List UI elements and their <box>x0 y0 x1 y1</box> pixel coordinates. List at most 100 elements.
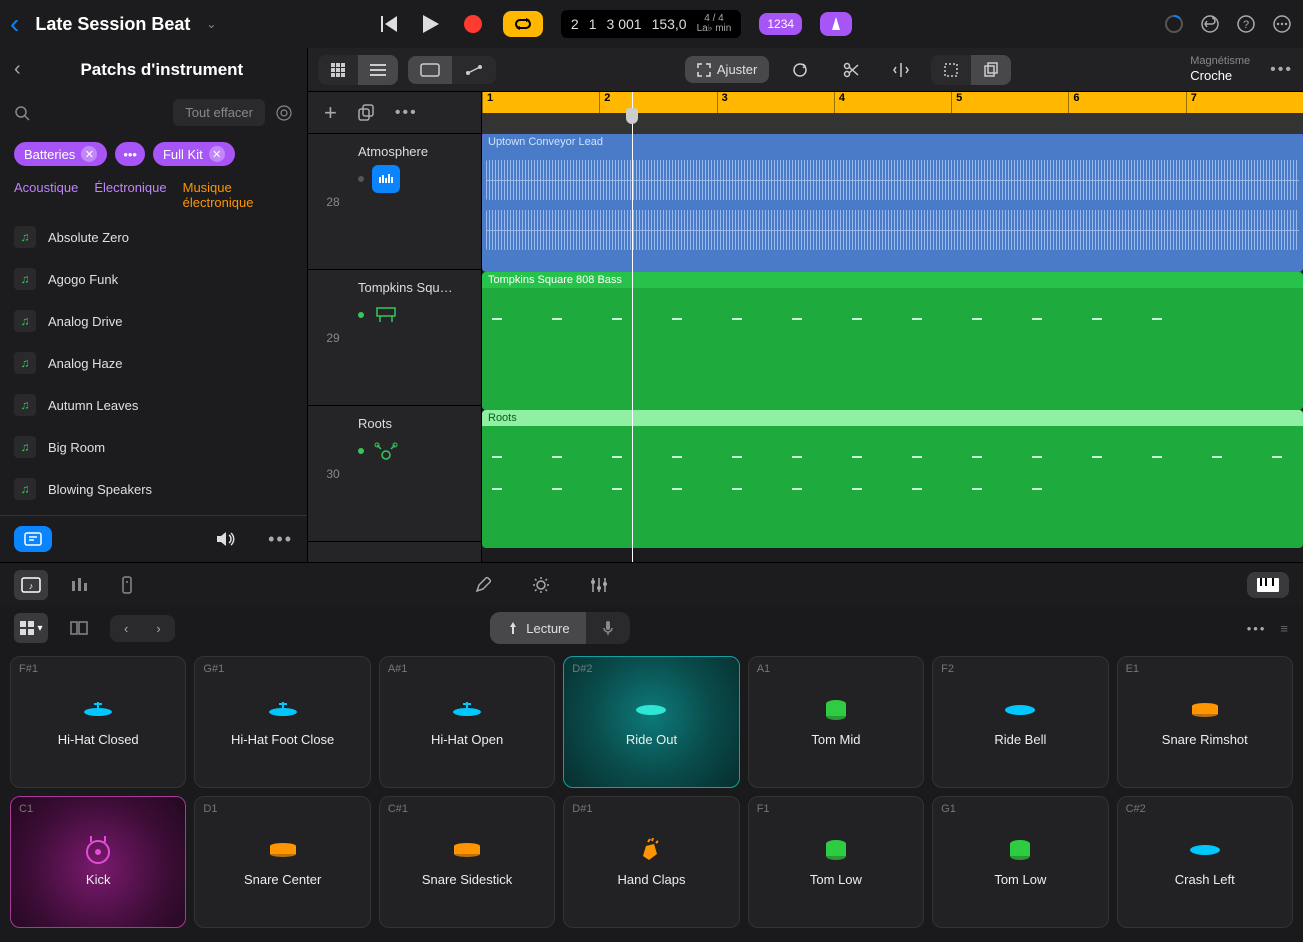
volume-icon[interactable] <box>216 531 236 547</box>
drum-pad[interactable]: F#1Hi-Hat Closed <box>10 656 186 788</box>
patch-list[interactable]: ♫Absolute Zero♫Agogo Funk♫Analog Drive♫A… <box>0 216 307 515</box>
track-header[interactable]: 28Atmosphere <box>308 134 481 270</box>
track-instrument-icon[interactable] <box>372 437 400 465</box>
region-midi-bass[interactable]: Tompkins Square 808 Bass <box>482 272 1303 410</box>
view-list-icon[interactable] <box>358 55 398 85</box>
pad-drag-handle-icon[interactable]: ≡ <box>1280 621 1289 636</box>
patch-item[interactable]: ♫Autumn Leaves <box>0 384 307 426</box>
pencil-icon[interactable] <box>466 570 500 600</box>
drum-pad[interactable]: D#2Ride Out <box>563 656 739 788</box>
toolbar-more-icon[interactable]: ••• <box>1270 61 1293 79</box>
brightness-icon[interactable] <box>524 570 558 600</box>
drum-pad[interactable]: C#1Snare Sidestick <box>379 796 555 928</box>
drum-pad[interactable]: F1Tom Low <box>748 796 924 928</box>
pad-next-button[interactable]: › <box>142 615 174 642</box>
split-icon[interactable] <box>881 55 921 85</box>
track-instrument-icon[interactable] <box>372 165 400 193</box>
pad-mode-toggle[interactable]: Lecture <box>490 612 629 644</box>
patch-item[interactable]: ♫Analog Haze <box>0 342 307 384</box>
metronome-chip[interactable] <box>820 12 852 36</box>
play-button[interactable] <box>419 12 443 36</box>
title-chevron-icon[interactable]: ⌄ <box>206 17 216 31</box>
snap-setting[interactable]: Magnétisme Croche <box>1190 55 1250 84</box>
drum-pad[interactable]: C#2Crash Left <box>1117 796 1293 928</box>
remove-filter-icon[interactable]: ✕ <box>209 146 225 162</box>
pad-more-icon[interactable]: ••• <box>1247 621 1267 636</box>
drum-pad[interactable]: D1Snare Center <box>194 796 370 928</box>
count-in-chip[interactable]: 1234 <box>759 13 802 35</box>
sliders-icon[interactable] <box>582 570 616 600</box>
beat-ruler[interactable] <box>482 113 1303 134</box>
progress-icon[interactable] <box>1163 13 1185 35</box>
drum-pad[interactable]: F2Ride Bell <box>932 656 1108 788</box>
back-button[interactable]: ‹ <box>10 8 19 40</box>
pad-view-split[interactable] <box>62 613 96 643</box>
patch-item[interactable]: ♫Agogo Funk <box>0 258 307 300</box>
editor-tab-mixer[interactable] <box>62 570 96 600</box>
undo-icon[interactable] <box>1199 13 1221 35</box>
filter-more-button[interactable]: ••• <box>115 142 145 166</box>
region-audio[interactable]: Uptown Conveyor Lead <box>482 134 1303 272</box>
scissors-icon[interactable] <box>831 55 871 85</box>
bar-number: 2 <box>599 92 716 113</box>
playhead[interactable] <box>632 92 633 562</box>
mode-record[interactable] <box>586 612 630 644</box>
track-header[interactable]: 30Roots <box>308 406 481 542</box>
sidebar-back-button[interactable]: ‹ <box>14 58 21 81</box>
copy-icon[interactable] <box>971 55 1011 85</box>
filter-tag[interactable]: Musique électronique <box>183 180 293 210</box>
add-track-button[interactable]: + <box>324 100 337 126</box>
keyboard-toggle[interactable] <box>1247 572 1289 598</box>
fit-label: Ajuster <box>717 62 757 77</box>
clear-filters-button[interactable]: Tout effacer <box>173 99 265 126</box>
editor-tab-instrument[interactable]: ♪ <box>14 570 48 600</box>
pad-label: Tom Mid <box>811 732 860 747</box>
library-settings-icon[interactable] <box>275 104 293 122</box>
marquee-icon[interactable] <box>931 55 971 85</box>
search-icon[interactable] <box>14 105 30 121</box>
more-icon[interactable] <box>1271 13 1293 35</box>
filter-tag[interactable]: Électronique <box>94 180 166 210</box>
fit-button[interactable]: Ajuster <box>685 56 769 83</box>
sidebar-more-icon[interactable]: ••• <box>268 529 293 550</box>
pad-label: Tom Low <box>994 872 1046 887</box>
cycle-button[interactable] <box>503 11 543 37</box>
bar-ruler[interactable]: 1234567 <box>482 92 1303 113</box>
track-header[interactable]: 29Tompkins Squ… <box>308 270 481 406</box>
help-icon[interactable]: ? <box>1235 13 1257 35</box>
drum-pad[interactable]: E1Snare Rimshot <box>1117 656 1293 788</box>
filter-pill[interactable]: Batteries✕ <box>14 142 107 166</box>
patch-item[interactable]: ♫Absolute Zero <box>0 216 307 258</box>
patch-item[interactable]: ♫Big Room <box>0 426 307 468</box>
drum-pad[interactable]: A#1Hi-Hat Open <box>379 656 555 788</box>
patch-item[interactable]: ♫Blowing Speakers <box>0 468 307 510</box>
automation-mode-icon[interactable] <box>452 56 496 84</box>
remove-filter-icon[interactable]: ✕ <box>81 146 97 162</box>
tracks-area[interactable]: 1234567 Uptown Conveyor Lead Tompkins Sq… <box>482 92 1303 562</box>
duplicate-track-icon[interactable] <box>357 104 375 122</box>
region-mode-icon[interactable] <box>408 56 452 84</box>
lcd-display[interactable]: 2 1 3 001 153,0 4 / 4 La♭ min <box>561 10 741 38</box>
mode-play[interactable]: Lecture <box>490 612 585 644</box>
drum-pad[interactable]: C1Kick <box>10 796 186 928</box>
patch-item[interactable]: ♫Analog Drive <box>0 300 307 342</box>
drum-pad[interactable]: G1Tom Low <box>932 796 1108 928</box>
loop-tool-icon[interactable] <box>779 54 821 86</box>
drum-pad[interactable]: D#1Hand Claps <box>563 796 739 928</box>
pad-prev-button[interactable]: ‹ <box>110 615 142 642</box>
rewind-button[interactable] <box>377 12 401 36</box>
project-title[interactable]: Late Session Beat <box>35 14 190 35</box>
record-button[interactable] <box>461 12 485 36</box>
editor-tab-plugin[interactable] <box>110 570 144 600</box>
sound-library-button[interactable] <box>14 526 52 552</box>
region-midi-drums[interactable]: Roots <box>482 410 1303 548</box>
pad-drum-icon <box>266 838 300 862</box>
drum-pad[interactable]: G#1Hi-Hat Foot Close <box>194 656 370 788</box>
track-instrument-icon[interactable] <box>372 301 400 329</box>
filter-pill[interactable]: Full Kit✕ <box>153 142 235 166</box>
filter-tag[interactable]: Acoustique <box>14 180 78 210</box>
track-more-icon[interactable]: ••• <box>395 104 418 122</box>
view-grid-icon[interactable] <box>318 55 358 85</box>
pad-view-grid[interactable]: ▾ <box>14 613 48 643</box>
drum-pad[interactable]: A1Tom Mid <box>748 656 924 788</box>
